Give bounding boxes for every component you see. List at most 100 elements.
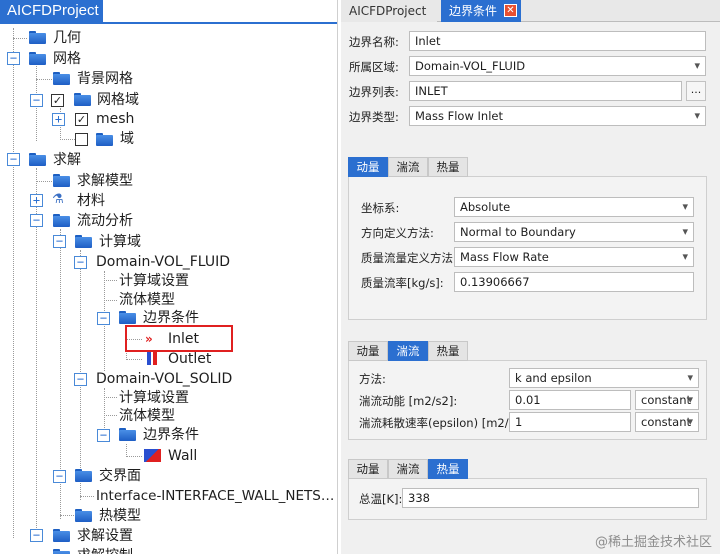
tree-item-interface[interactable]: 交界面 <box>99 466 141 486</box>
tree-item-outlet[interactable]: Outlet <box>168 349 211 369</box>
collapse-icon[interactable]: − <box>97 429 110 442</box>
tree-item-fluid-model[interactable]: 流体模型 <box>119 406 175 426</box>
boundary-type-dropdown[interactable]: Mass Flow Inlet <box>409 106 706 126</box>
collapse-icon[interactable]: − <box>7 153 20 166</box>
collapse-icon[interactable]: − <box>53 470 66 483</box>
tree-item-compute-settings[interactable]: 计算域设置 <box>119 388 189 408</box>
boundary-list-field[interactable]: INLET <box>409 81 682 101</box>
direction-dropdown[interactable]: Normal to Boundary <box>454 222 694 242</box>
project-tree-panel: AICFDProject 几何 − 网格 背景网格 − ✓ 网格域 + ✓ me… <box>0 0 338 554</box>
collapse-icon[interactable]: − <box>53 235 66 248</box>
folder-icon <box>74 93 91 106</box>
tab-turbulence[interactable]: 湍流 <box>388 157 428 177</box>
eps-field[interactable]: 1 <box>509 412 631 432</box>
tree-item-domain-solid[interactable]: Domain-VOL_SOLID <box>96 369 232 389</box>
tree-item-mesh-item[interactable]: mesh <box>96 109 134 129</box>
massflow-rate-field[interactable]: 0.13906667 <box>454 272 694 292</box>
tree-item-fluid-model[interactable]: 流体模型 <box>119 290 175 310</box>
boundary-name-field[interactable]: Inlet <box>409 31 706 51</box>
tab-thermal[interactable]: 热量 <box>428 459 468 479</box>
tab-thermal[interactable]: 热量 <box>428 341 468 361</box>
direction-label: 方向定义方法: <box>361 226 434 240</box>
tree-item-solve-settings[interactable]: 求解设置 <box>77 526 133 546</box>
turb-method-dropdown[interactable]: k and epsilon <box>509 368 699 388</box>
tree-item-boundary-conditions[interactable]: 边界条件 <box>143 425 199 445</box>
tree-line <box>104 300 117 301</box>
temp-field[interactable]: 338 <box>402 488 699 508</box>
outlet-icon <box>147 352 151 365</box>
momentum-section: 坐标系: Absolute 方向定义方法: Normal to Boundary… <box>348 157 707 320</box>
collapse-icon[interactable]: − <box>30 94 43 107</box>
tree-item-solve-control[interactable]: 求解控制 <box>77 546 133 554</box>
turb-method-label: 方法: <box>359 372 386 386</box>
tree-item-flow-analysis[interactable]: 流动分析 <box>77 211 133 231</box>
folder-icon <box>119 311 136 324</box>
outlet-icon-bar <box>153 352 157 365</box>
tab-momentum[interactable]: 动量 <box>348 459 388 479</box>
collapse-icon[interactable]: − <box>97 312 110 325</box>
collapse-icon[interactable]: − <box>30 529 43 542</box>
tree-item-material[interactable]: 材料 <box>77 191 105 211</box>
tab-turbulence[interactable]: 湍流 <box>388 459 428 479</box>
expand-icon[interactable]: + <box>30 194 43 207</box>
coord-label: 坐标系: <box>361 201 400 215</box>
tke-mode-dropdown[interactable]: constant <box>635 390 699 410</box>
boundary-name-label: 边界名称: <box>349 35 399 49</box>
tree-line <box>60 515 76 516</box>
collapse-icon[interactable]: − <box>30 214 43 227</box>
direction-value: Normal to Boundary <box>460 225 576 239</box>
checkbox-checked-icon[interactable]: ✓ <box>51 94 64 107</box>
tree-item-compute-domain[interactable]: 计算域 <box>99 232 141 252</box>
collapse-icon[interactable]: − <box>74 256 87 269</box>
expand-icon[interactable]: + <box>52 113 65 126</box>
tree-item-mesh[interactable]: 网格 <box>53 49 81 69</box>
tree-line <box>60 139 75 140</box>
collapse-icon[interactable]: − <box>7 52 20 65</box>
folder-icon <box>53 174 70 187</box>
tree-item-compute-settings[interactable]: 计算域设置 <box>119 271 189 291</box>
folder-icon <box>53 214 70 227</box>
tree-line <box>13 28 14 538</box>
region-dropdown[interactable]: Domain-VOL_FLUID <box>409 56 706 76</box>
tab-momentum[interactable]: 动量 <box>348 341 388 361</box>
tree-item-mesh-domain[interactable]: 网格域 <box>97 90 139 110</box>
collapse-icon[interactable]: − <box>74 373 87 386</box>
material-icon: ⚗ <box>52 192 64 207</box>
eps-mode-value: constant <box>641 415 691 429</box>
eps-mode-dropdown[interactable]: constant <box>635 412 699 432</box>
tree-item-solve[interactable]: 求解 <box>53 150 81 170</box>
checkbox-unchecked-icon[interactable] <box>75 133 88 146</box>
folder-icon <box>53 549 70 554</box>
browse-button[interactable]: ... <box>686 81 706 101</box>
massflow-method-dropdown[interactable]: Mass Flow Rate <box>454 247 694 267</box>
tree-item-thermal-model[interactable]: 热模型 <box>99 506 141 526</box>
tab-momentum[interactable]: 动量 <box>348 157 388 177</box>
tab-thermal[interactable]: 热量 <box>428 157 468 177</box>
tab-turbulence[interactable]: 湍流 <box>388 341 428 361</box>
massflow-method-label: 质量流量定义方法: <box>361 251 457 265</box>
tab-boundary-conditions[interactable]: 边界条件 ✕ <box>441 0 521 22</box>
turbulence-section: 方法: k and epsilon 湍流动能 [m2/s2]: 0.01 con… <box>348 341 707 441</box>
folder-icon <box>29 52 46 65</box>
tab-project[interactable]: AICFDProject <box>341 0 437 22</box>
tke-mode-value: constant <box>641 393 691 407</box>
close-icon[interactable]: ✕ <box>504 4 517 17</box>
tree-item-domain[interactable]: 域 <box>120 129 134 149</box>
folder-icon <box>75 469 92 482</box>
tke-field[interactable]: 0.01 <box>509 390 631 410</box>
tree-line <box>13 38 27 39</box>
tree-item-wall[interactable]: Wall <box>168 446 197 466</box>
tree-item-geometry[interactable]: 几何 <box>53 28 81 48</box>
coord-dropdown[interactable]: Absolute <box>454 197 694 217</box>
folder-icon <box>119 428 136 441</box>
tree-item-background-mesh[interactable]: 背景网格 <box>77 69 133 89</box>
checkbox-checked-icon[interactable]: ✓ <box>75 113 88 126</box>
boundary-list-label: 边界列表: <box>349 85 399 99</box>
massflow-method-value: Mass Flow Rate <box>460 250 549 264</box>
turb-method-value: k and epsilon <box>515 371 592 385</box>
tab-underline <box>0 22 337 24</box>
tree-item-solver-model[interactable]: 求解模型 <box>77 171 133 191</box>
tree-item-domain-fluid[interactable]: Domain-VOL_FLUID <box>96 252 230 272</box>
tree-item-interface-item[interactable]: Interface-INTERFACE_WALL_NETS… <box>96 486 334 506</box>
project-tab[interactable]: AICFDProject <box>0 0 103 22</box>
